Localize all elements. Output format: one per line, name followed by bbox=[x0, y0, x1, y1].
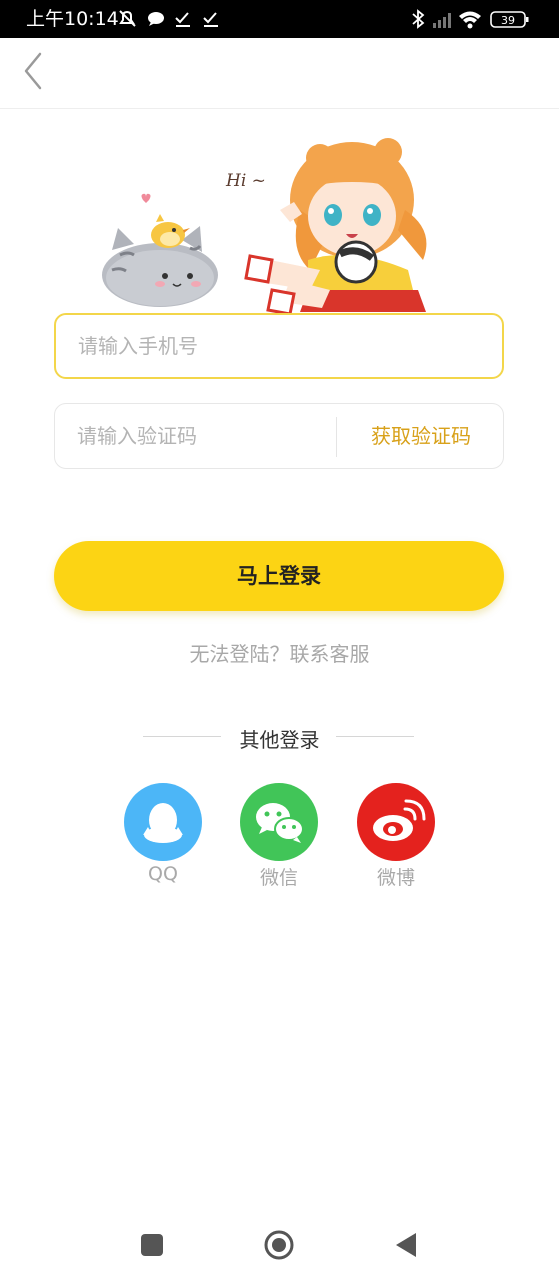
other-login-title: 其他登录 bbox=[239, 728, 320, 752]
wechat-login-button[interactable]: 微信 bbox=[239, 783, 319, 890]
login-button[interactable]: 马上登录 bbox=[54, 541, 504, 611]
weibo-label: 微博 bbox=[376, 867, 415, 889]
mute-icon bbox=[119, 10, 136, 27]
check-icon bbox=[203, 12, 218, 27]
weibo-login-button[interactable]: 微博 bbox=[356, 783, 436, 890]
verification-code-input[interactable] bbox=[77, 404, 327, 468]
signal-icon bbox=[433, 13, 451, 28]
status-notification-icons bbox=[119, 10, 218, 27]
qq-login-button[interactable]: QQ bbox=[123, 783, 203, 885]
verification-field: 获取验证码 bbox=[54, 403, 504, 469]
qq-icon bbox=[124, 783, 202, 861]
chevron-left-icon bbox=[24, 52, 42, 90]
navigation-bar bbox=[0, 1210, 559, 1280]
divider-right bbox=[336, 736, 414, 737]
chat-icon bbox=[148, 12, 164, 26]
status-time: 上午10:14 bbox=[26, 8, 119, 30]
wifi-icon bbox=[459, 11, 481, 29]
status-bar: 上午10:14 39 bbox=[0, 0, 559, 38]
battery-level: 39 bbox=[501, 14, 515, 27]
bluetooth-icon bbox=[412, 9, 425, 29]
home-icon[interactable] bbox=[262, 1228, 296, 1262]
qq-label: QQ bbox=[148, 863, 178, 885]
phone-field bbox=[54, 313, 504, 379]
phone-input[interactable] bbox=[78, 315, 478, 377]
wechat-icon bbox=[240, 783, 318, 861]
back-triangle-icon[interactable] bbox=[390, 1228, 424, 1262]
check-icon bbox=[175, 12, 190, 27]
header bbox=[0, 38, 559, 109]
greeting-text: Hi ~ bbox=[225, 171, 266, 191]
wechat-label: 微信 bbox=[259, 867, 298, 889]
back-button[interactable] bbox=[14, 50, 54, 96]
get-code-button[interactable]: 获取验证码 bbox=[337, 404, 505, 468]
battery-icon: 39 bbox=[490, 11, 529, 28]
recent-apps-icon[interactable] bbox=[135, 1228, 169, 1262]
status-system-icons: 39 bbox=[412, 9, 529, 29]
weibo-icon bbox=[357, 783, 435, 861]
heart-icon bbox=[141, 193, 151, 203]
contact-support-link[interactable]: 无法登陆？联系客服 bbox=[0, 638, 559, 667]
login-screen: 上午10:14 39 Hi ~ 请输入手机号 请输入验证码 获取验证码 马上登录… bbox=[0, 0, 559, 1280]
mascot-illustration: Hi ~ bbox=[102, 138, 427, 315]
